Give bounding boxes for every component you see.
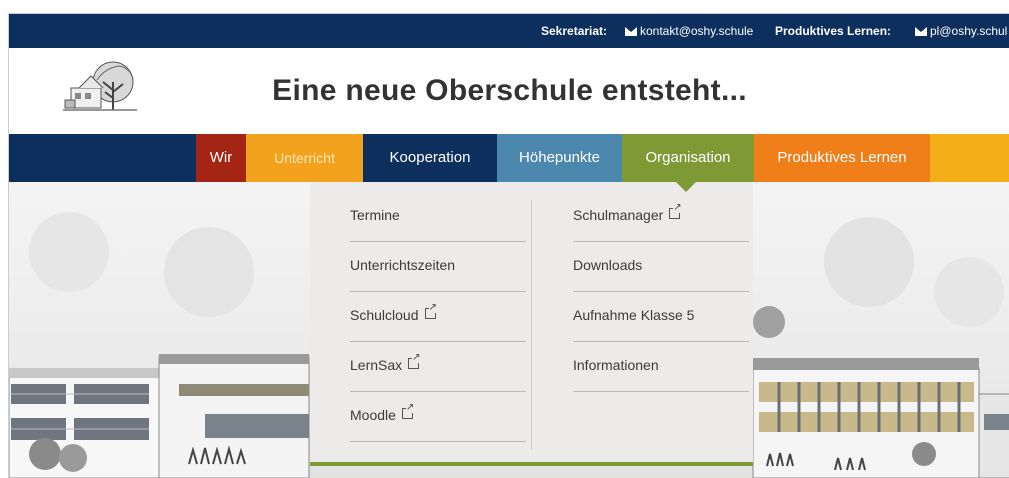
menu-item-label: Termine	[350, 207, 400, 223]
envelope-icon	[625, 27, 637, 36]
browser-viewport: Sekretariat: kontakt@oshy.schule Produkt…	[8, 13, 1009, 478]
external-link-icon	[669, 203, 682, 219]
external-link-icon	[408, 353, 421, 369]
pl-email: pl@oshy.schul	[930, 24, 1008, 38]
menu-item-label: Schulcloud	[350, 307, 419, 323]
site-header: Eine neue Oberschule entsteht...	[9, 48, 1009, 134]
menu-item-label: Schulmanager	[573, 207, 664, 223]
menu-item-schulcloud[interactable]: Schulcloud	[350, 292, 526, 342]
menu-item-lernsax[interactable]: LernSax	[350, 342, 526, 392]
tab-kooperation[interactable]: Kooperation	[363, 134, 497, 182]
tab-wir[interactable]: Wir	[196, 134, 246, 182]
menu-item-label: Downloads	[573, 257, 643, 273]
external-link-icon	[424, 303, 437, 319]
dropdown-column-right: Schulmanager Downloads Aufnahme Klasse 5…	[573, 192, 749, 392]
menu-item-downloads[interactable]: Downloads	[573, 242, 749, 292]
dropdown-column-left: Termine Unterrichtszeiten Schulcloud Ler…	[350, 192, 526, 442]
tab-extra[interactable]	[930, 134, 1009, 182]
organisation-dropdown: Termine Unterrichtszeiten Schulcloud Ler…	[310, 182, 753, 466]
active-tab-caret	[674, 180, 698, 192]
menu-item-termine[interactable]: Termine	[350, 192, 526, 242]
site-title: Eine neue Oberschule entsteht...	[272, 74, 747, 107]
sekretariat-email-link[interactable]: kontakt@oshy.schule	[625, 14, 753, 48]
tab-hoehepunkte[interactable]: Höhepunkte	[497, 134, 622, 182]
menu-item-label: Aufnahme Klasse 5	[573, 307, 695, 323]
external-link-icon	[401, 403, 415, 419]
menu-item-aufnahme-klasse-5[interactable]: Aufnahme Klasse 5	[573, 292, 749, 342]
sekretariat-email: kontakt@oshy.schule	[640, 24, 754, 38]
menu-item-moodle[interactable]: Moodle	[350, 392, 526, 442]
pl-label: Produktives Lernen:	[775, 24, 892, 38]
menu-item-label: Unterrichtszeiten	[350, 257, 456, 273]
envelope-icon	[915, 27, 927, 36]
top-info-bar: Sekretariat: kontakt@oshy.schule Produkt…	[9, 14, 1009, 48]
main-nav: Wir Unterricht Kooperation Höhepunkte Or…	[9, 134, 1009, 182]
menu-item-unterrichtszeiten[interactable]: Unterrichtszeiten	[350, 242, 526, 292]
tab-produktives-lernen[interactable]: Produktives Lernen	[754, 134, 930, 182]
menu-item-schulmanager[interactable]: Schulmanager	[573, 192, 749, 242]
dropdown-accent-bar	[310, 462, 753, 466]
menu-item-label: Informationen	[573, 357, 659, 373]
tab-unterricht[interactable]: Unterricht	[246, 134, 363, 182]
menu-item-label: Moodle	[350, 407, 396, 423]
menu-item-label: LernSax	[350, 357, 403, 373]
menu-item-informationen[interactable]: Informationen	[573, 342, 749, 392]
pl-email-link[interactable]: pl@oshy.schul	[915, 14, 1007, 48]
tab-organisation[interactable]: Organisation	[622, 134, 754, 182]
dropdown-divider	[531, 200, 532, 450]
sekretariat-label: Sekretariat:	[541, 24, 608, 38]
